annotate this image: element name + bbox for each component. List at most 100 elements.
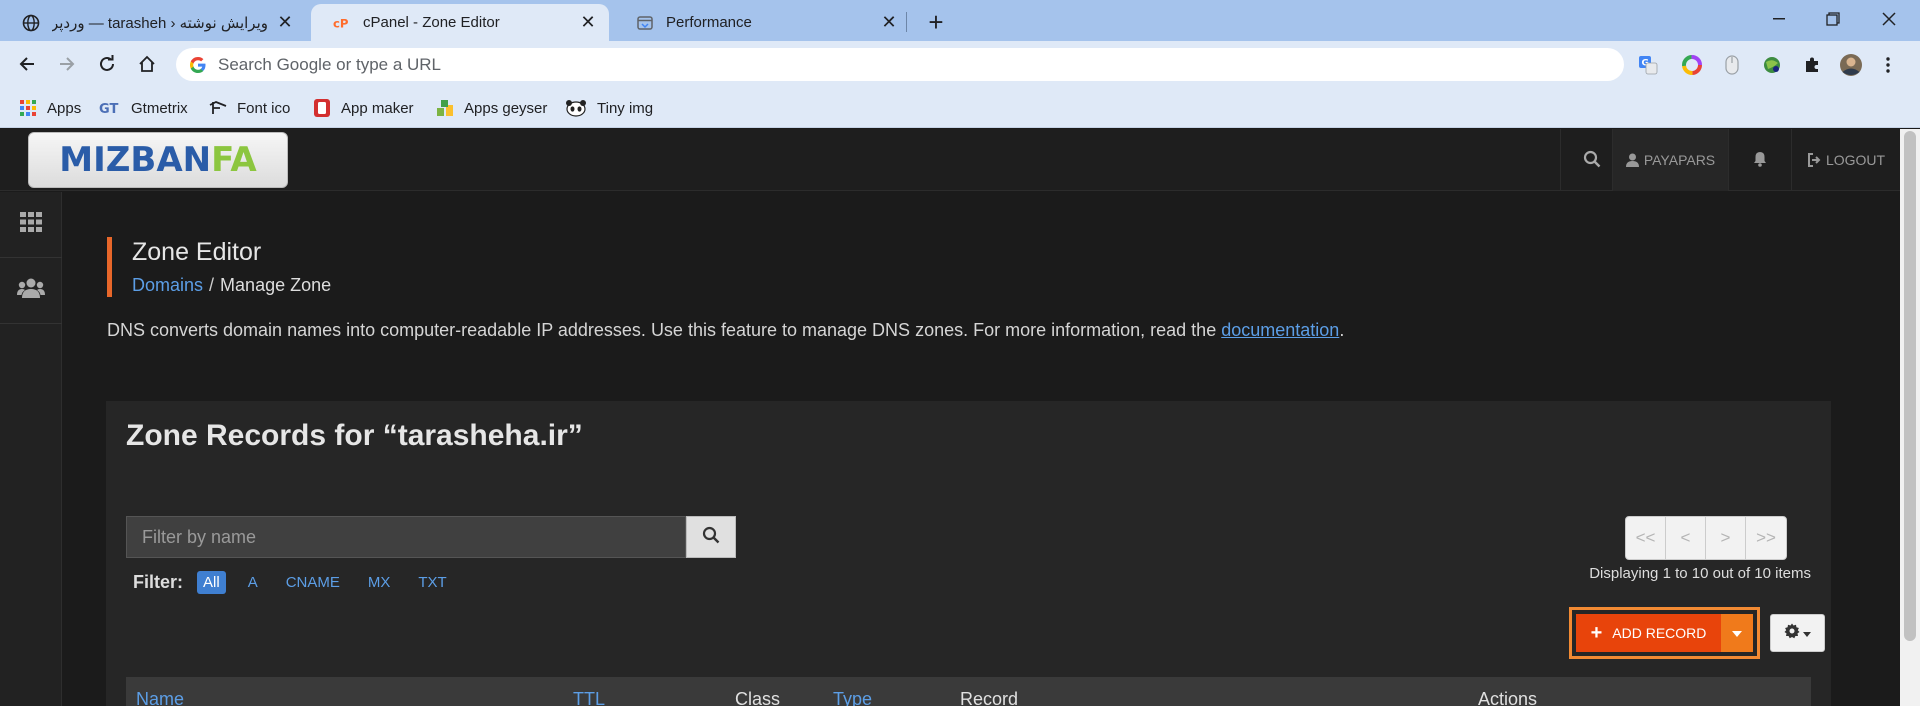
previous-page-button[interactable]: < [1666, 517, 1706, 559]
settings-dropdown-button[interactable] [1770, 614, 1825, 652]
column-name[interactable]: Name [136, 689, 184, 706]
user-menu[interactable]: PAYAPARS [1612, 129, 1728, 191]
description-suffix: . [1339, 320, 1345, 340]
next-page-button[interactable]: > [1706, 517, 1746, 559]
close-tab-icon[interactable]: ✕ [878, 12, 900, 34]
zone-records-title: Zone Records for “tarasheha.ir” [126, 419, 583, 452]
close-window-button[interactable] [1866, 4, 1912, 34]
caret-down-icon [1732, 624, 1742, 642]
bookmark-label: Apps [47, 99, 82, 117]
column-ttl[interactable]: TTL [573, 689, 605, 706]
items-count: Displaying 1 to 10 out of 10 items [1589, 565, 1811, 582]
filter-cname[interactable]: CNAME [280, 571, 346, 594]
grid-icon [20, 212, 42, 237]
search-icon [702, 526, 720, 549]
add-record-dropdown[interactable] [1721, 614, 1753, 652]
sidebar-item-users[interactable] [0, 258, 62, 324]
column-record: Record [960, 689, 1019, 706]
tab-separator [906, 12, 907, 32]
bookmark-font-ico[interactable]: Font ico [209, 96, 290, 120]
bookmark-label: App maker [341, 99, 414, 117]
bookmark-apps[interactable]: Apps [19, 96, 81, 120]
first-page-button[interactable]: << [1626, 517, 1666, 559]
add-record-split-button: + ADD RECORD [1576, 614, 1753, 652]
bookmark-gtmetrix[interactable]: GT Gtmetrix [99, 96, 188, 120]
extensions-puzzle-icon[interactable] [1800, 53, 1824, 77]
translate-icon[interactable]: G [1636, 53, 1660, 77]
column-type[interactable]: Type [833, 689, 872, 706]
filter-input[interactable] [127, 517, 685, 557]
close-tab-icon[interactable]: ✕ [577, 12, 599, 34]
main-content: Zone Editor Domains / Manage Zone DNS conv… [62, 192, 1900, 706]
bookmark-app-maker[interactable]: App maker [313, 96, 414, 120]
appmaker-icon [313, 99, 331, 117]
filter-all[interactable]: All [197, 570, 226, 594]
globe-extension-icon[interactable] [1760, 53, 1784, 77]
scrollbar-thumb[interactable] [1904, 131, 1916, 641]
cpanel-header: MIZBANFA PAYAPARS LOGOUT [0, 129, 1900, 191]
filter-field[interactable] [126, 516, 686, 558]
restore-button[interactable] [1810, 4, 1856, 34]
filter-a[interactable]: A [242, 571, 264, 594]
appsgeyser-icon [436, 99, 454, 117]
logout-button[interactable]: LOGOUT [1791, 129, 1900, 191]
apps-grid-icon [19, 99, 37, 117]
panda-icon [565, 99, 587, 117]
logout-icon [1807, 153, 1821, 167]
page-scrollbar[interactable] [1900, 129, 1920, 706]
reload-icon[interactable] [91, 48, 123, 80]
pagination: << < > >> [1625, 516, 1787, 560]
users-icon [17, 278, 45, 303]
forward-icon[interactable] [51, 48, 83, 80]
address-bar[interactable] [176, 48, 1624, 81]
tab-wordpress[interactable]: ویرایش نوشته ‹ tarasheh — وردپرس ✕ [0, 4, 306, 41]
page-header: Zone Editor Domains / Manage Zone [107, 237, 707, 297]
tab-title: Performance [666, 14, 752, 31]
home-icon[interactable] [131, 48, 163, 80]
bookmark-apps-geyser[interactable]: Apps geyser [436, 96, 547, 120]
url-input[interactable] [218, 54, 1518, 75]
column-actions: Actions [1478, 689, 1538, 706]
gear-icon [1784, 623, 1800, 644]
back-icon[interactable] [11, 48, 43, 80]
sidebar-item-tools[interactable] [0, 192, 62, 258]
svg-text:cP: cP [333, 16, 349, 30]
add-record-highlight: + ADD RECORD [1569, 607, 1760, 659]
filter-txt[interactable]: TXT [412, 571, 452, 594]
chrome-menu-icon[interactable] [1876, 53, 1900, 77]
bookmark-tiny-img[interactable]: Tiny img [565, 96, 653, 120]
cpanel-sidebar [0, 192, 62, 706]
filter-mx[interactable]: MX [362, 571, 397, 594]
mouse-icon[interactable] [1720, 53, 1744, 77]
records-table-header: Name TTL Class Type Record Actions [126, 677, 1811, 706]
close-tab-icon[interactable]: ✕ [274, 12, 296, 34]
performance-icon [636, 14, 654, 32]
minimize-button[interactable] [1756, 4, 1802, 34]
filter-search-button[interactable] [686, 516, 736, 558]
zone-records-panel: Zone Records for “tarasheha.ir” Filter: … [106, 401, 1831, 706]
notifications-button[interactable] [1728, 129, 1791, 191]
filter-label: Filter: [133, 571, 184, 592]
google-icon [190, 56, 206, 73]
mizbanfa-logo[interactable]: MIZBANFA [28, 132, 288, 188]
breadcrumb-domains-link[interactable]: Domains [132, 275, 203, 295]
page-title: Zone Editor [132, 238, 262, 266]
user-icon [1625, 153, 1639, 167]
add-record-label: ADD RECORD [1612, 625, 1707, 641]
tab-title: cPanel - Zone Editor [363, 14, 500, 31]
caret-down-icon [1803, 624, 1811, 642]
tab-cpanel-zone-editor[interactable]: cP cPanel - Zone Editor ✕ [311, 4, 609, 41]
search-icon [1583, 150, 1601, 171]
add-record-button[interactable]: + ADD RECORD [1576, 614, 1721, 652]
column-class: Class [735, 689, 781, 706]
last-page-button[interactable]: >> [1746, 517, 1786, 559]
browser-toolbar: G [0, 41, 1920, 87]
documentation-link[interactable]: documentation [1221, 320, 1339, 340]
new-tab-button[interactable]: + [922, 7, 950, 37]
username: PAYAPARS [1643, 152, 1716, 168]
tab-performance[interactable]: Performance ✕ [614, 4, 910, 41]
profile-avatar[interactable] [1839, 53, 1863, 77]
color-picker-icon[interactable] [1680, 53, 1704, 77]
page-description: DNS converts domain names into computer-… [107, 320, 1344, 341]
globe-icon [22, 14, 40, 32]
